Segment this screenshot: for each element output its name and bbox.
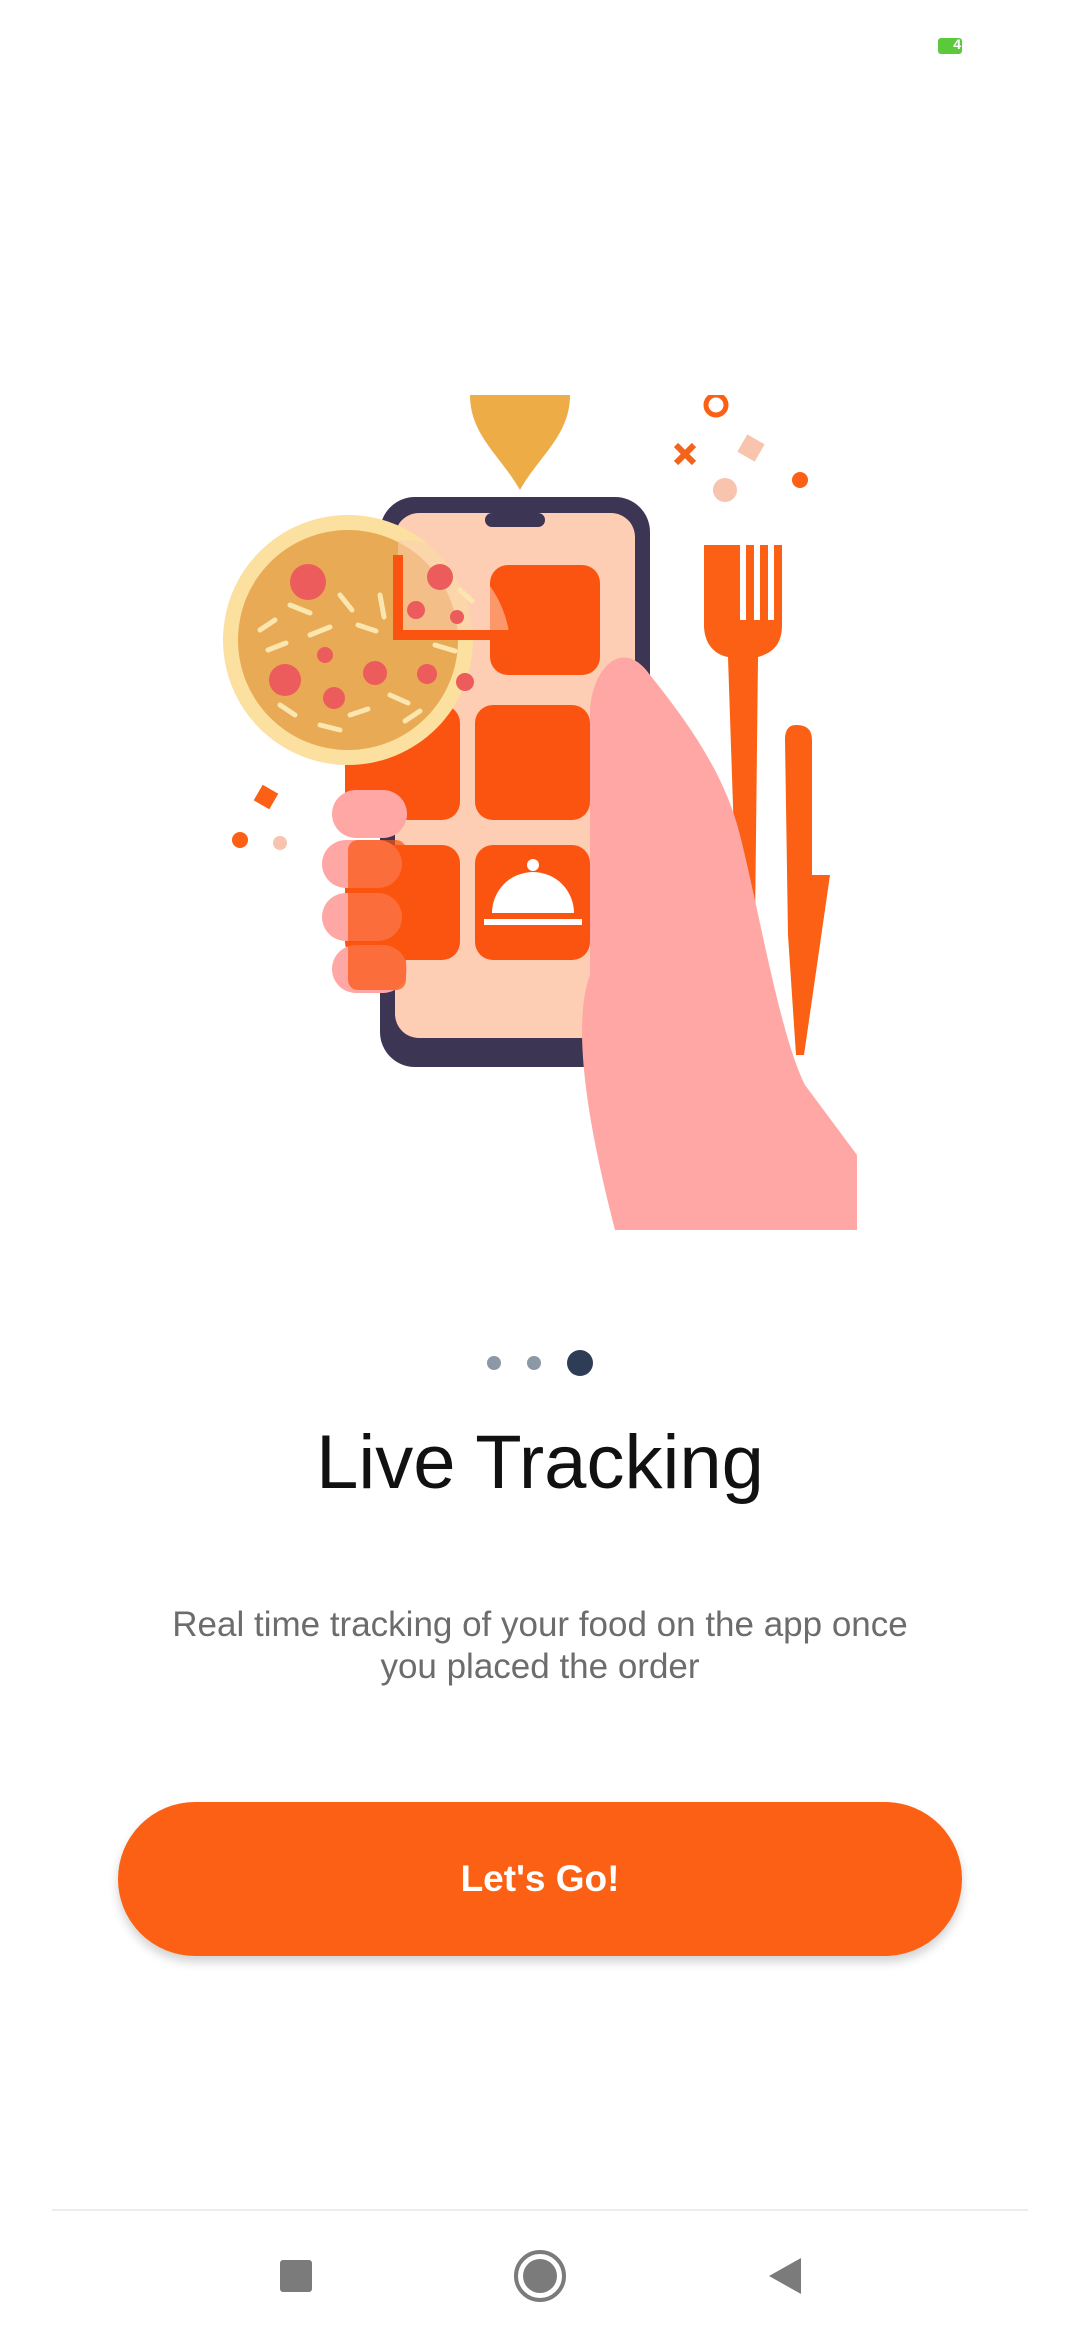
battery-icon: 4 xyxy=(938,38,962,54)
page-dot-3-active[interactable] xyxy=(567,1350,593,1376)
recents-button[interactable] xyxy=(266,2246,326,2306)
onboarding-description: Real time tracking of your food on the a… xyxy=(172,1605,908,1686)
back-button[interactable] xyxy=(755,2246,815,2306)
page-indicator xyxy=(0,1348,1080,1378)
triangle-back-icon xyxy=(769,2258,801,2294)
food-delivery-illustration xyxy=(223,395,857,1230)
page-dot-1[interactable] xyxy=(487,1356,501,1370)
page-dot-2[interactable] xyxy=(527,1356,541,1370)
lets-go-button[interactable]: Let's Go! xyxy=(118,1802,962,1956)
onboarding-title: Live Tracking xyxy=(316,1420,764,1505)
circle-home-icon xyxy=(514,2250,566,2302)
square-icon xyxy=(280,2260,312,2292)
home-button[interactable] xyxy=(510,2246,570,2306)
system-navigation-bar xyxy=(0,2211,1080,2340)
status-bar: 4 xyxy=(0,0,1080,90)
battery-level: 4 xyxy=(953,38,961,52)
